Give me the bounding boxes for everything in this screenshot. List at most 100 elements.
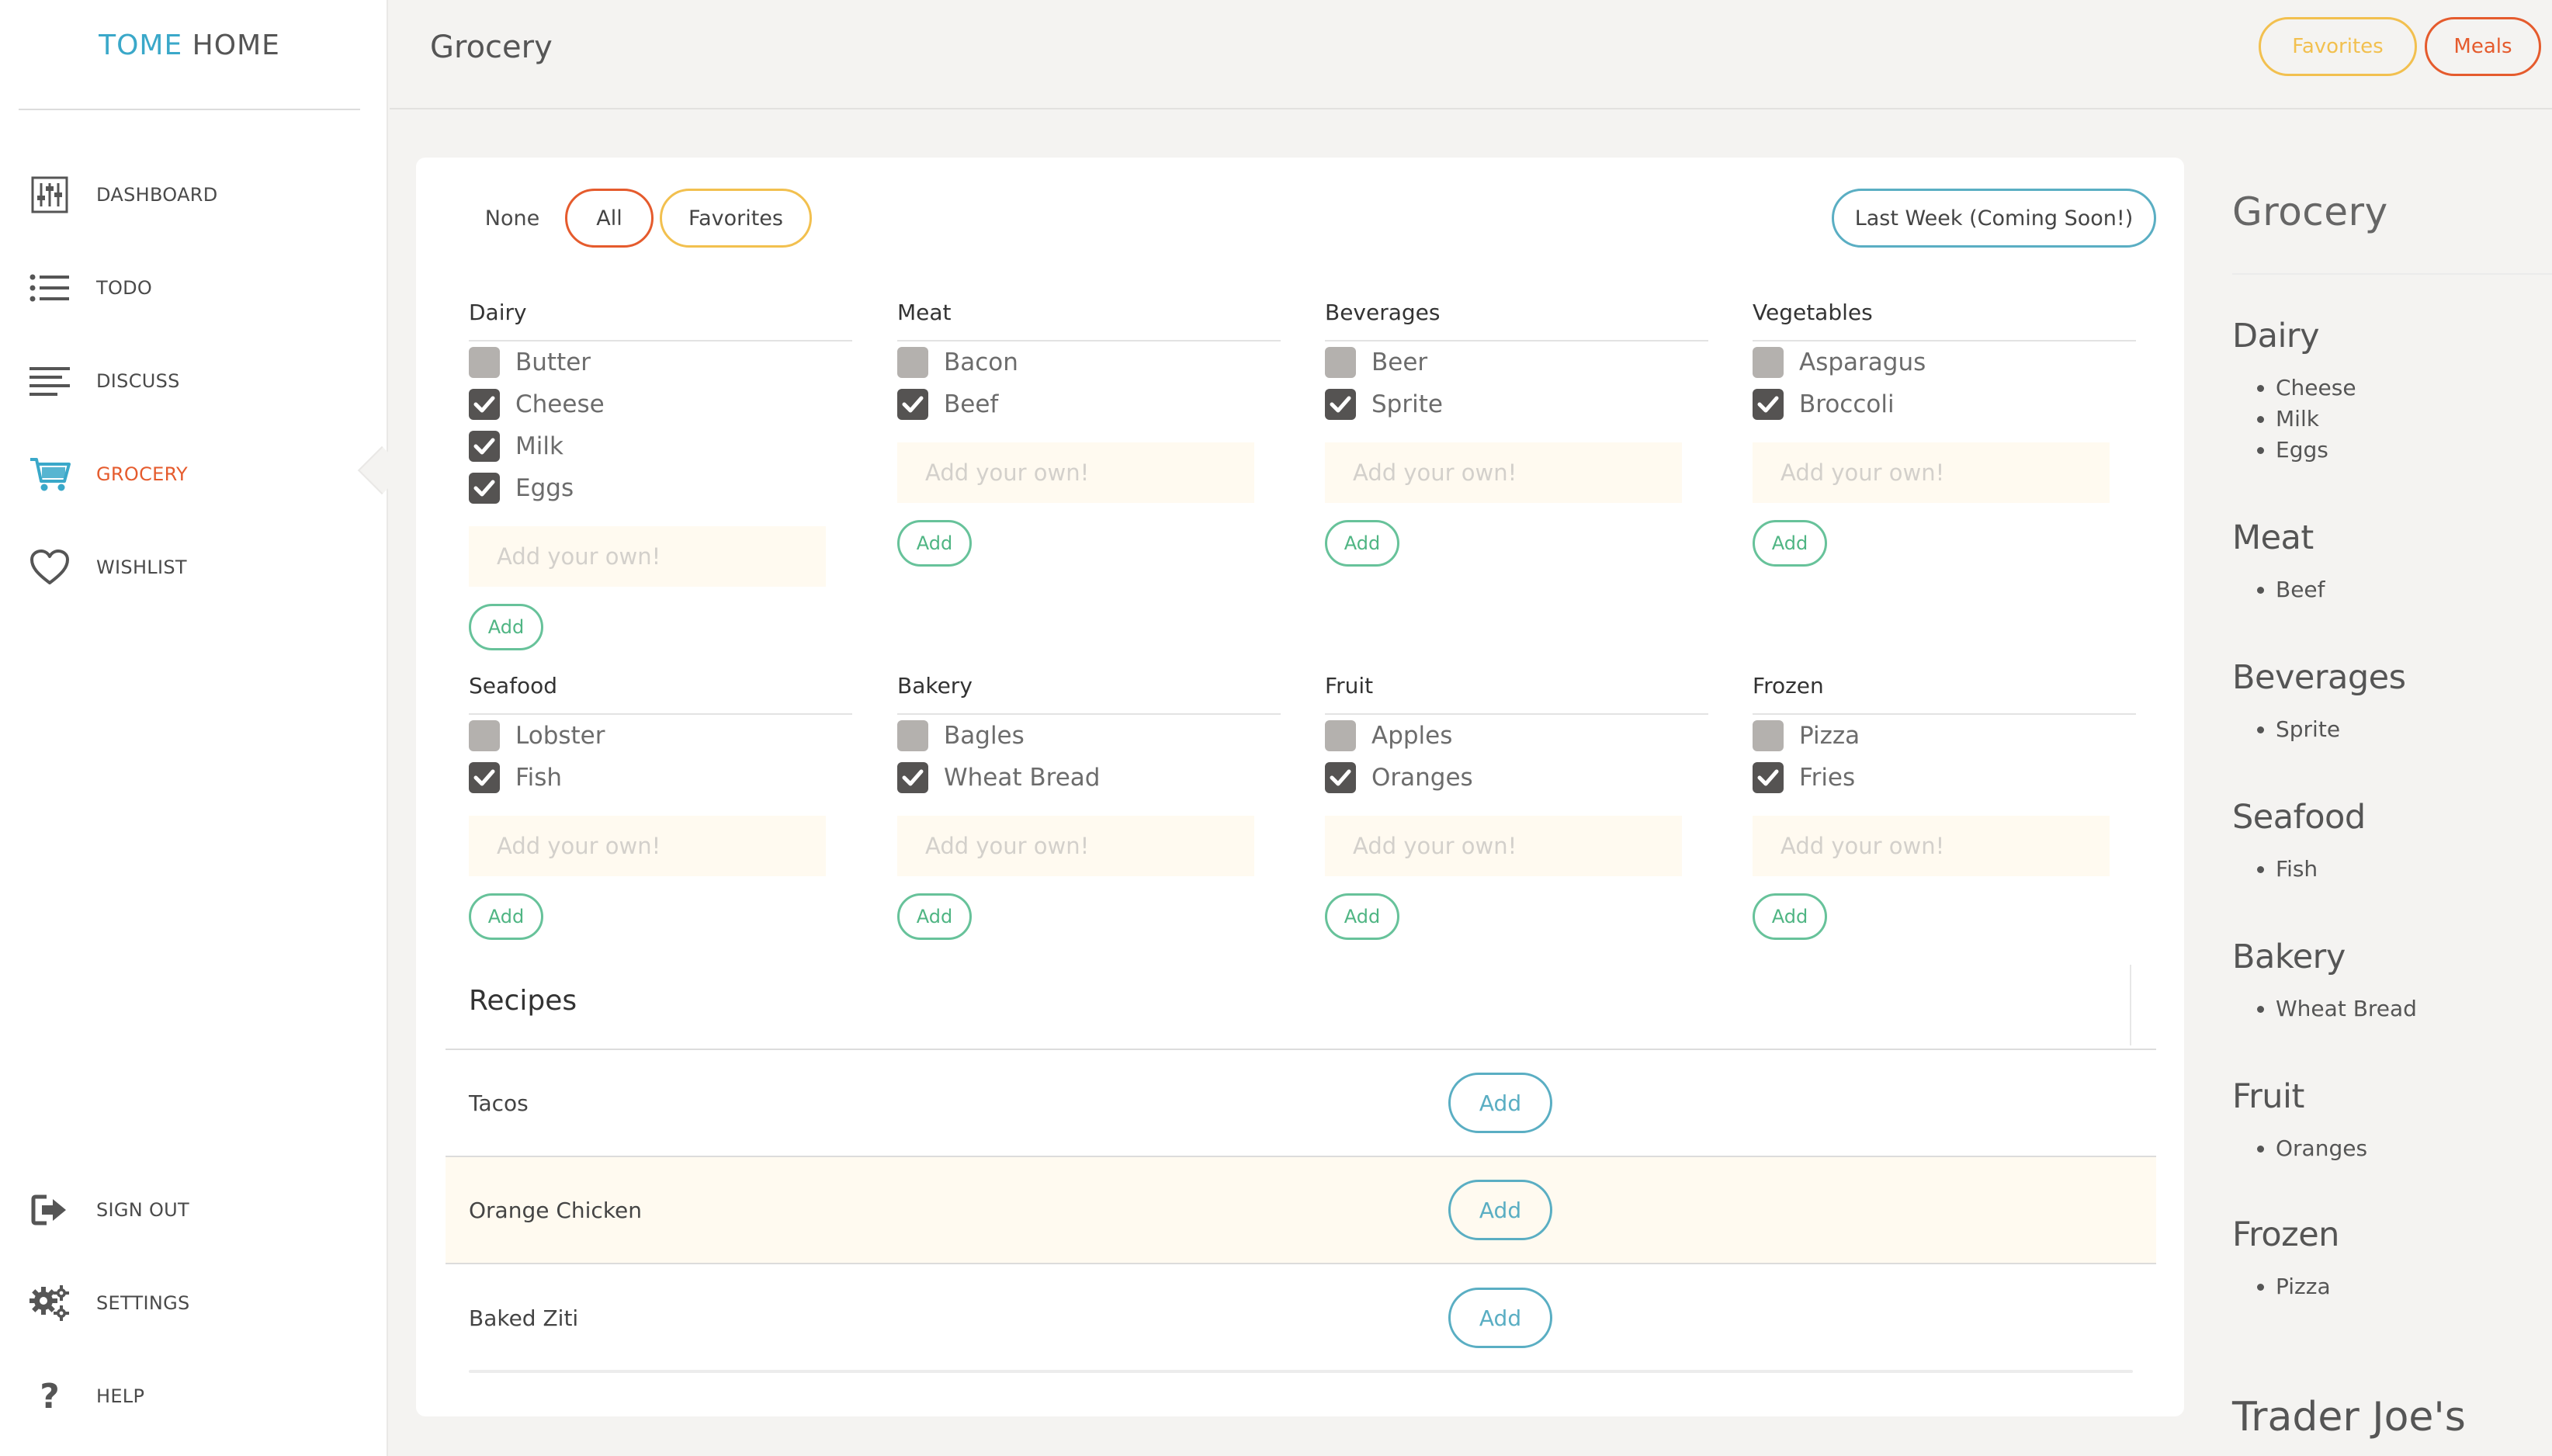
- summary-section-title: Beverages: [2232, 658, 2406, 697]
- nav-item-dashboard[interactable]: DASHBOARD: [0, 152, 379, 237]
- nav-item-todo[interactable]: TODO: [0, 245, 379, 331]
- summary-item-list: Beef: [2276, 574, 2325, 605]
- checkbox-checked[interactable]: [469, 431, 500, 462]
- grocery-item-label: Lobster: [515, 722, 605, 750]
- summary-divider: [2232, 273, 2552, 275]
- category-title: Bakery: [897, 673, 1281, 715]
- recipes-title: Recipes: [469, 985, 577, 1017]
- category-seafood: Seafood Lobster Fish Add: [469, 673, 852, 940]
- add-your-own-input[interactable]: [1753, 442, 2110, 503]
- page-title: Grocery: [430, 29, 553, 65]
- grocery-item[interactable]: Milk: [469, 425, 852, 467]
- add-item-button[interactable]: Add: [1325, 893, 1399, 940]
- filter-none-button[interactable]: None: [466, 189, 559, 248]
- grocery-item[interactable]: Cheese: [469, 383, 852, 425]
- recipe-add-button[interactable]: Add: [1448, 1288, 1552, 1348]
- checkbox-unchecked[interactable]: [469, 720, 500, 751]
- grocery-item[interactable]: Apples: [1325, 715, 1708, 757]
- cart-icon: [28, 452, 71, 496]
- grocery-item-label: Broccoli: [1799, 390, 1895, 418]
- brand-logo[interactable]: TOME HOME: [0, 29, 379, 61]
- filter-favorites-button[interactable]: Favorites: [660, 189, 812, 248]
- question-icon: ?: [40, 1376, 60, 1416]
- add-item-button[interactable]: Add: [1753, 893, 1827, 940]
- add-your-own-input[interactable]: [897, 442, 1254, 503]
- recipe-name: Baked Ziti: [469, 1305, 579, 1331]
- heart-icon: [28, 546, 71, 589]
- grocery-item[interactable]: Fries: [1753, 757, 2136, 799]
- grocery-item[interactable]: Bacon: [897, 341, 1281, 383]
- grocery-item[interactable]: Butter: [469, 341, 852, 383]
- filter-all-button[interactable]: All: [565, 189, 654, 248]
- checkbox-checked[interactable]: [1753, 389, 1784, 420]
- grocery-item[interactable]: Broccoli: [1753, 383, 2136, 425]
- recipe-add-button[interactable]: Add: [1448, 1180, 1552, 1240]
- add-item-button[interactable]: Add: [469, 604, 543, 650]
- nav-item-grocery[interactable]: GROCERY: [0, 432, 379, 517]
- summary-section-beverages: Beverages Sprite: [2232, 658, 2406, 745]
- add-item-button[interactable]: Add: [897, 893, 972, 940]
- grocery-item[interactable]: Beer: [1325, 341, 1708, 383]
- grocery-item[interactable]: Oranges: [1325, 757, 1708, 799]
- summary-item-list: Wheat Bread: [2276, 993, 2417, 1024]
- checkbox-checked[interactable]: [897, 389, 928, 420]
- grocery-item[interactable]: Eggs: [469, 467, 852, 509]
- summary-section-title: Bakery: [2232, 938, 2346, 976]
- summary-section-frozen: Frozen Pizza: [2232, 1215, 2339, 1302]
- checkbox-unchecked[interactable]: [897, 720, 928, 751]
- checkbox-unchecked[interactable]: [1325, 720, 1356, 751]
- grocery-item[interactable]: Bagles: [897, 715, 1281, 757]
- add-item-button[interactable]: Add: [469, 893, 543, 940]
- checkbox-unchecked[interactable]: [1753, 347, 1784, 378]
- summary-item: Oranges: [2276, 1133, 2367, 1164]
- nav-label: HELP: [96, 1385, 145, 1407]
- add-your-own-input[interactable]: [1325, 442, 1682, 503]
- add-item-button[interactable]: Add: [897, 520, 972, 567]
- add-your-own-input[interactable]: [1325, 816, 1682, 876]
- nav-item-wishlist[interactable]: WISHLIST: [0, 525, 379, 610]
- category-vegetables: Vegetables Asparagus Broccoli Add: [1753, 300, 2136, 567]
- checkbox-checked[interactable]: [469, 473, 500, 504]
- grocery-item[interactable]: Wheat Bread: [897, 757, 1281, 799]
- grocery-item-label: Milk: [515, 432, 563, 460]
- nav-label: DASHBOARD: [96, 184, 218, 206]
- category-frozen: Frozen Pizza Fries Add: [1753, 673, 2136, 940]
- category-title: Beverages: [1325, 300, 1708, 341]
- checkbox-checked[interactable]: [469, 389, 500, 420]
- checkbox-checked[interactable]: [1753, 762, 1784, 793]
- checkbox-unchecked[interactable]: [1753, 720, 1784, 751]
- grocery-item[interactable]: Fish: [469, 757, 852, 799]
- checkbox-checked[interactable]: [469, 762, 500, 793]
- add-your-own-input[interactable]: [469, 526, 826, 587]
- add-item-button[interactable]: Add: [1325, 520, 1399, 567]
- nav-item-settings[interactable]: SETTINGS: [0, 1260, 379, 1346]
- add-your-own-input[interactable]: [897, 816, 1254, 876]
- checkbox-checked[interactable]: [1325, 762, 1356, 793]
- nav-label: WISHLIST: [96, 556, 187, 578]
- last-week-button[interactable]: Last Week (Coming Soon!): [1832, 189, 2156, 248]
- grocery-item-label: Butter: [515, 348, 591, 376]
- grocery-item[interactable]: Pizza: [1753, 715, 2136, 757]
- dashboard-sliders-icon: [28, 173, 71, 217]
- grocery-item[interactable]: Beef: [897, 383, 1281, 425]
- nav-item-help[interactable]: ? HELP: [0, 1354, 379, 1439]
- checkmark-icon: [473, 480, 495, 497]
- checkbox-checked[interactable]: [897, 762, 928, 793]
- checkbox-unchecked[interactable]: [897, 347, 928, 378]
- grocery-item-label: Oranges: [1371, 764, 1473, 792]
- checkbox-unchecked[interactable]: [469, 347, 500, 378]
- grocery-item[interactable]: Lobster: [469, 715, 852, 757]
- add-item-button[interactable]: Add: [1753, 520, 1827, 567]
- recipe-row: Baked Ziti Add: [446, 1264, 2156, 1371]
- add-your-own-input[interactable]: [1753, 816, 2110, 876]
- recipes-scrollbar[interactable]: [469, 1370, 2133, 1373]
- checkbox-unchecked[interactable]: [1325, 347, 1356, 378]
- grocery-item[interactable]: Sprite: [1325, 383, 1708, 425]
- nav-item-sign-out[interactable]: SIGN OUT: [0, 1167, 379, 1253]
- grocery-item-label: Wheat Bread: [944, 764, 1101, 792]
- nav-item-discuss[interactable]: DISCUSS: [0, 338, 379, 424]
- add-your-own-input[interactable]: [469, 816, 826, 876]
- recipe-add-button[interactable]: Add: [1448, 1073, 1552, 1133]
- grocery-item[interactable]: Asparagus: [1753, 341, 2136, 383]
- checkbox-checked[interactable]: [1325, 389, 1356, 420]
